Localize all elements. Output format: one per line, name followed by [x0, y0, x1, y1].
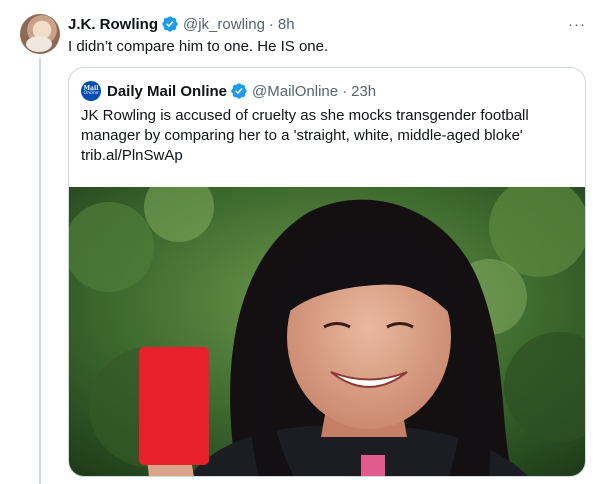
author-handle[interactable]: @jk_rowling: [183, 16, 265, 33]
separator-dot: ·: [268, 15, 274, 33]
tweet[interactable]: J.K. Rowling @jk_rowling · 8h ··· I didn…: [0, 0, 607, 484]
quoted-text-line-2: manager by comparing her to a 'straight,…: [81, 127, 523, 144]
separator-dot: ·: [342, 82, 348, 100]
quoted-tweet-photo[interactable]: [69, 187, 585, 476]
quoted-tweet-header: Mail Online Daily Mail Online @MailOnlin…: [81, 80, 376, 102]
verified-badge-icon: [162, 16, 178, 32]
author-avatar[interactable]: [20, 14, 60, 54]
tweet-text: I didn’t compare him to one. He IS one.: [68, 38, 329, 55]
quoted-timestamp[interactable]: 23h: [351, 83, 376, 100]
quoted-tweet-text: JK Rowling is accused of cruelty as she …: [81, 106, 575, 166]
logo-text-online: Online: [83, 90, 99, 96]
tweet-header: J.K. Rowling @jk_rowling · 8h: [68, 14, 295, 34]
quoted-link[interactable]: trib.al/PlnSwAp: [81, 146, 575, 166]
mail-online-logo[interactable]: Mail Online: [81, 81, 101, 101]
author-display-name[interactable]: J.K. Rowling: [68, 16, 158, 33]
quoted-handle[interactable]: @MailOnline: [252, 83, 338, 100]
photo-illustration: [69, 187, 585, 476]
tweet-timestamp[interactable]: 8h: [278, 16, 295, 33]
quoted-tweet[interactable]: Mail Online Daily Mail Online @MailOnlin…: [68, 67, 586, 477]
verified-badge-icon: [231, 83, 247, 99]
more-options-icon[interactable]: ···: [567, 14, 587, 34]
quoted-text-line-1: JK Rowling is accused of cruelty as she …: [81, 107, 529, 124]
thread-line: [39, 58, 41, 484]
quoted-display-name[interactable]: Daily Mail Online: [107, 83, 227, 100]
